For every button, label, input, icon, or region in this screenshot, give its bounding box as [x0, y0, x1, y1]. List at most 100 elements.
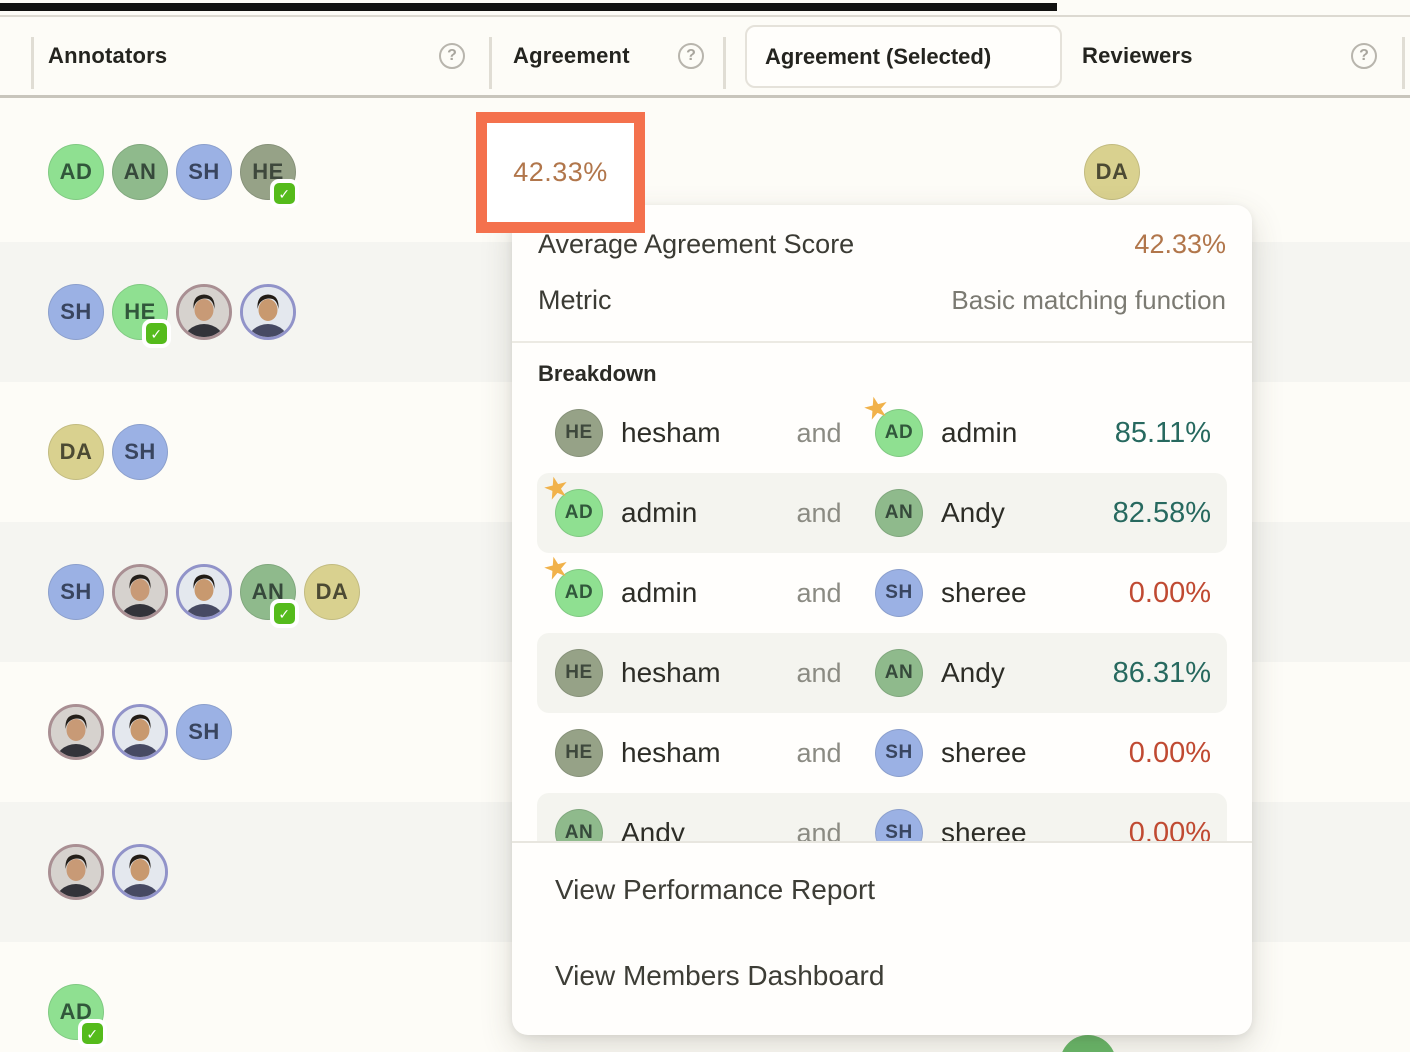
breakdown-name-a: hesham: [621, 417, 763, 449]
photo-avatar[interactable]: [112, 704, 168, 760]
help-icon-reviewers[interactable]: ?: [1351, 43, 1377, 69]
header-divider: [1402, 37, 1405, 89]
star-icon: ★: [540, 551, 574, 587]
metric-value: Basic matching function: [951, 285, 1226, 316]
photo-avatar[interactable]: [112, 564, 168, 620]
avatar-sh[interactable]: SH: [48, 564, 104, 620]
annotators-cell: SHHE✓: [48, 242, 296, 382]
breakdown-row: AN AndyandSH sheree 0.00%: [537, 793, 1227, 841]
avatar-he[interactable]: HE✓: [240, 144, 296, 200]
avatar-ad[interactable]: AD: [48, 144, 104, 200]
annotators-cell: AD✓: [48, 942, 104, 1052]
avatar-da[interactable]: DA: [304, 564, 360, 620]
verified-check-icon: ✓: [270, 179, 299, 208]
average-agreement-value: 42.33%: [1134, 229, 1226, 260]
annotation-table-page: Annotators ? Agreement ? Agreement (Sele…: [0, 0, 1410, 1052]
table-header: Annotators ? Agreement ? Agreement (Sele…: [0, 17, 1410, 95]
breakdown-score: 0.00%: [1129, 817, 1211, 842]
avatar-sh[interactable]: SH: [48, 284, 104, 340]
breakdown-name-b: sheree: [941, 577, 1027, 609]
annotators-cell: [48, 802, 168, 942]
photo-avatar[interactable]: [112, 844, 168, 900]
avatar-sh[interactable]: SH: [176, 144, 232, 200]
column-header-agreement: Agreement: [513, 43, 630, 69]
header-divider: [489, 37, 492, 89]
breakdown-score: 85.11%: [1115, 417, 1211, 450]
popover-divider: [512, 841, 1252, 843]
breakdown-name-a: hesham: [621, 737, 763, 769]
photo-avatar[interactable]: [176, 284, 232, 340]
breakdown-name-a: hesham: [621, 657, 763, 689]
avatar-ad[interactable]: AD★: [875, 409, 923, 457]
help-icon-annotators[interactable]: ?: [439, 43, 465, 69]
popover-divider: [512, 341, 1252, 343]
photo-avatar[interactable]: [48, 844, 104, 900]
avatar-sh[interactable]: SH: [112, 424, 168, 480]
avatar-da[interactable]: DA: [1084, 144, 1140, 200]
breakdown-conjunction: and: [763, 418, 875, 449]
breakdown-name-b: sheree: [941, 817, 1027, 841]
column-header-annotators: Annotators: [48, 43, 167, 69]
header-bottom-border: [0, 95, 1410, 98]
avatar-an[interactable]: AN: [875, 649, 923, 697]
avatar-an[interactable]: AN✓: [240, 564, 296, 620]
avatar-an[interactable]: AN: [112, 144, 168, 200]
breakdown-name-a: admin: [621, 497, 763, 529]
breakdown-conjunction: and: [763, 658, 875, 689]
annotators-cell: ADANSHHE✓: [48, 102, 296, 242]
breakdown-name-a: Andy: [621, 817, 763, 841]
avatar-sh[interactable]: SH: [875, 569, 923, 617]
breakdown-conjunction: and: [763, 818, 875, 842]
avatar-he[interactable]: HE✓: [112, 284, 168, 340]
agreement-cell-value: 42.33%: [513, 157, 608, 188]
avatar-he[interactable]: HE: [555, 649, 603, 697]
avatar-sh[interactable]: SH: [875, 729, 923, 777]
breakdown-score: 86.31%: [1113, 657, 1211, 690]
avatar-ad[interactable]: AD★: [555, 569, 603, 617]
agreement-cell-highlight[interactable]: 42.33%: [476, 112, 645, 233]
help-icon-agreement[interactable]: ?: [678, 43, 704, 69]
verified-check-icon: ✓: [142, 319, 171, 348]
photo-avatar[interactable]: [240, 284, 296, 340]
breakdown-row: AD★ adminandSH sheree 0.00%: [537, 553, 1227, 633]
avatar-he[interactable]: HE: [555, 409, 603, 457]
agreement-popover: Average Agreement Score 42.33% Metric Ba…: [512, 205, 1252, 1035]
avatar-da[interactable]: DA: [48, 424, 104, 480]
breakdown-conjunction: and: [763, 738, 875, 769]
header-divider: [723, 37, 726, 89]
breakdown-conjunction: and: [763, 498, 875, 529]
annotators-cell: SH AN✓DA: [48, 522, 360, 662]
top-black-bar: [0, 3, 1057, 11]
breakdown-name-a: admin: [621, 577, 763, 609]
breakdown-row: HEheshamandSHsheree0.00%: [537, 713, 1227, 793]
avatar-he[interactable]: HE: [555, 729, 603, 777]
average-agreement-label: Average Agreement Score: [538, 229, 854, 260]
star-icon: ★: [860, 393, 894, 427]
breakdown-conjunction: and: [763, 578, 875, 609]
verified-check-icon: ✓: [78, 1019, 107, 1048]
header-divider: [31, 37, 34, 89]
action-view-performance-report[interactable]: View Performance Report: [512, 847, 1252, 933]
breakdown-row: HE heshamandAN Andy 86.31%: [537, 633, 1227, 713]
star-icon: ★: [540, 471, 574, 507]
breakdown-score: 82.58%: [1113, 497, 1211, 530]
breakdown-title: Breakdown: [538, 361, 657, 387]
photo-avatar[interactable]: [48, 704, 104, 760]
avatar-an[interactable]: AN: [555, 809, 603, 841]
breakdown-name-b: admin: [941, 417, 1017, 449]
breakdown-row: AD★ adminandAN Andy 82.58%: [537, 473, 1227, 553]
photo-avatar[interactable]: [176, 564, 232, 620]
annotators-cell: SH: [48, 662, 232, 802]
avatar-sh[interactable]: SH: [176, 704, 232, 760]
column-header-agreement-selected[interactable]: Agreement (Selected): [745, 25, 1062, 88]
breakdown-name-b: Andy: [941, 497, 1005, 529]
avatar-ad[interactable]: AD✓: [48, 984, 104, 1040]
avatar-an[interactable]: AN: [875, 489, 923, 537]
breakdown-name-b: Andy: [941, 657, 1005, 689]
breakdown-row: HE heshamandAD★ admin 85.11%: [537, 393, 1227, 473]
column-header-reviewers: Reviewers: [1082, 43, 1193, 69]
breakdown-score: 0.00%: [1129, 577, 1211, 610]
avatar-ad[interactable]: AD★: [555, 489, 603, 537]
action-view-members-dashboard[interactable]: View Members Dashboard: [512, 933, 1252, 1019]
avatar-sh[interactable]: SH: [875, 809, 923, 841]
